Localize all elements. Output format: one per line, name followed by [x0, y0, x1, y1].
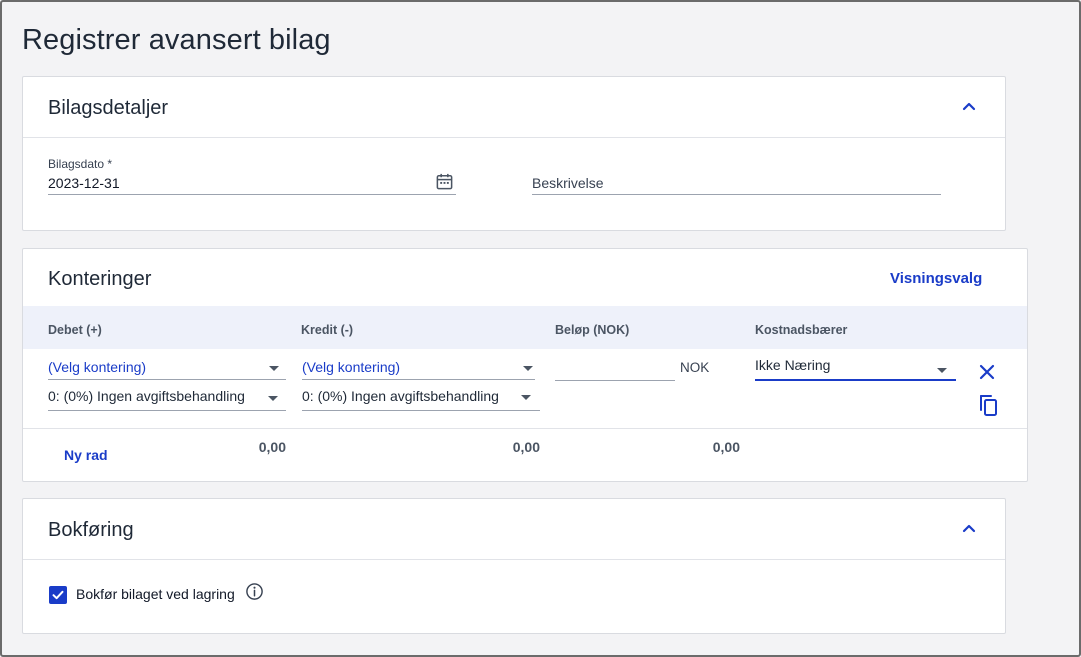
credit-vat-underline: [302, 410, 540, 411]
divider: [23, 559, 1005, 560]
col-credit: Kredit (-): [301, 323, 354, 337]
date-underline: [48, 194, 456, 195]
credit-account-underline: [302, 379, 535, 380]
debit-account-underline: [48, 379, 286, 380]
description-underline: [532, 194, 941, 195]
booking-title: Bokføring: [48, 519, 134, 541]
debit-vat-select[interactable]: 0: (0%) Ingen avgiftsbehandling: [48, 388, 245, 404]
currency-label: NOK: [680, 360, 710, 375]
credit-account-select[interactable]: (Velg kontering): [302, 359, 400, 375]
cost-carrier-underline: [755, 379, 956, 381]
page-title: Registrer avansert bilag: [22, 24, 331, 56]
debit-total: 0,00: [258, 439, 286, 455]
divider: [23, 428, 1027, 429]
amount-total: 0,00: [712, 439, 740, 455]
amount-input[interactable]: [555, 359, 675, 377]
col-cost-carrier: Kostnadsbærer: [755, 323, 848, 337]
new-row-button[interactable]: Ny rad: [64, 447, 108, 463]
chevron-down-icon[interactable]: [523, 366, 533, 371]
chevron-down-icon[interactable]: [937, 368, 947, 373]
auto-post-label[interactable]: Bokfør bilaget ved lagring: [76, 586, 235, 602]
details-card: Bilagsdetaljer Bilagsdato * 2023-12-31 B…: [22, 76, 1006, 231]
debit-vat-underline: [48, 410, 286, 411]
info-icon[interactable]: [245, 582, 264, 601]
cost-carrier-select[interactable]: Ikke Næring: [755, 357, 830, 373]
date-field[interactable]: 2023-12-31: [48, 175, 120, 191]
postings-card: Konteringer Visningsvalg Debet (+) Kredi…: [22, 248, 1028, 482]
calendar-icon[interactable]: [435, 172, 454, 191]
copy-icon[interactable]: [977, 393, 999, 417]
chevron-up-icon[interactable]: [960, 98, 978, 116]
auto-post-checkbox[interactable]: [49, 586, 67, 604]
description-field[interactable]: Beskrivelse: [532, 175, 604, 191]
chevron-up-icon[interactable]: [960, 520, 978, 538]
chevron-down-icon[interactable]: [269, 366, 279, 371]
credit-total: 0,00: [512, 439, 540, 455]
table-header: Debet (+) Kredit (-) Beløp (NOK) Kostnad…: [23, 306, 1027, 349]
booking-card: Bokføring Bokfør bilaget ved lagring: [22, 498, 1006, 634]
details-title: Bilagsdetaljer: [48, 97, 169, 119]
date-label: Bilagsdato *: [48, 157, 113, 171]
col-amount: Beløp (NOK): [555, 323, 630, 337]
check-icon: [52, 590, 64, 600]
chevron-down-icon[interactable]: [268, 396, 278, 401]
amount-underline: [555, 380, 675, 381]
debit-account-select[interactable]: (Velg kontering): [48, 359, 146, 375]
postings-title: Konteringer: [48, 268, 152, 290]
col-debit: Debet (+): [48, 323, 102, 337]
view-options-button[interactable]: Visningsvalg: [890, 270, 982, 287]
close-icon[interactable]: [978, 363, 996, 381]
chevron-down-icon[interactable]: [521, 395, 531, 400]
divider: [23, 137, 1005, 138]
credit-vat-select[interactable]: 0: (0%) Ingen avgiftsbehandling: [302, 388, 499, 404]
